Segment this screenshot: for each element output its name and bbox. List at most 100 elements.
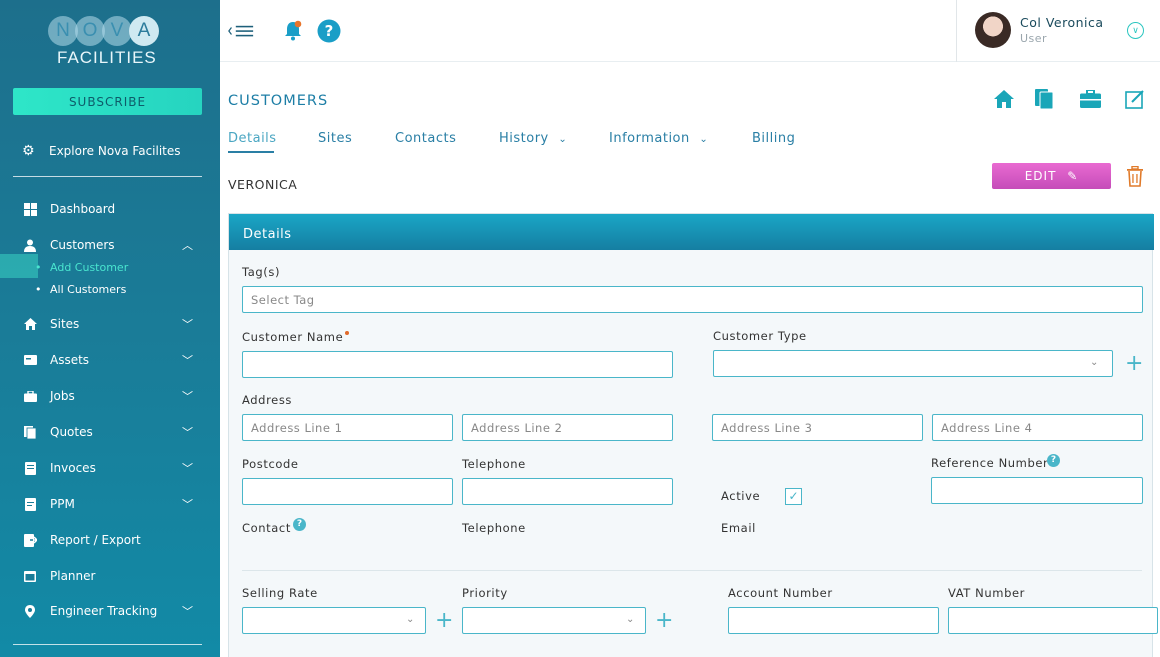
chevron-down-icon[interactable]: ∨	[1127, 22, 1144, 39]
tab-history[interactable]: History ⌄	[499, 131, 567, 146]
active-tab-indicator	[228, 151, 274, 153]
address-line3-input[interactable]	[712, 414, 923, 441]
tags-input[interactable]	[242, 286, 1143, 313]
address-line1-input[interactable]	[242, 414, 453, 441]
sidebar: N O V A FACILITIES SUBSCRIBE ⚙ Explore N…	[0, 0, 220, 657]
edit-label: EDIT	[1024, 169, 1057, 183]
edit-button[interactable]: EDIT ✎	[992, 163, 1111, 189]
customer-name-input[interactable]	[242, 351, 673, 378]
priority-label: Priority	[462, 586, 508, 600]
explore-icon: ⚙	[22, 143, 35, 159]
logo-letter: A	[129, 16, 159, 46]
logo-letter: V	[102, 16, 132, 46]
delete-icon[interactable]	[1126, 165, 1146, 188]
home-icon[interactable]	[993, 88, 1015, 110]
add-customer-type-icon[interactable]: +	[1125, 353, 1143, 375]
chevron-down-icon: ⌄	[1090, 357, 1099, 368]
telephone-input[interactable]	[462, 478, 673, 505]
sidebar-item-label: Sites	[50, 317, 80, 331]
sidebar-item-label: PPM	[50, 497, 75, 511]
user-role: User	[1020, 32, 1048, 45]
sidebar-item-dashboard[interactable]: Dashboard	[0, 197, 220, 221]
priority-select[interactable]	[462, 607, 646, 634]
sidebar-item-quotes[interactable]: Quotes ﹀	[0, 420, 220, 444]
chevron-down-icon[interactable]: ﹀	[182, 603, 193, 619]
reference-number-input[interactable]	[931, 477, 1143, 504]
chevron-down-icon[interactable]: ﹀	[182, 352, 193, 368]
tab-label: History	[499, 131, 549, 146]
sidebar-item-label: Engineer Tracking	[50, 604, 158, 618]
sidebar-item-invoices[interactable]: Invoces ﹀	[0, 456, 220, 480]
chevron-down-icon: ⌄	[626, 614, 635, 625]
postcode-label: Postcode	[242, 457, 299, 471]
sidebar-item-report-export[interactable]: Report / Export	[0, 528, 220, 552]
sidebar-item-label: Planner	[50, 569, 96, 583]
vat-number-label: VAT Number	[948, 586, 1025, 600]
email-label: Email	[721, 521, 756, 535]
edit-square-icon[interactable]	[1124, 88, 1146, 110]
export-icon	[23, 533, 37, 547]
sidebar-item-planner[interactable]: Planner	[0, 564, 220, 588]
chevron-down-icon[interactable]: ﹀	[182, 496, 193, 512]
add-selling-rate-icon[interactable]: +	[435, 610, 453, 632]
sidebar-subitem-label: All Customers	[50, 282, 127, 296]
postcode-input[interactable]	[242, 478, 453, 505]
chevron-down-icon[interactable]: ﹀	[182, 316, 193, 332]
tab-information[interactable]: Information ⌄	[609, 131, 708, 146]
customer-type-select[interactable]	[713, 350, 1113, 377]
add-priority-icon[interactable]: +	[655, 610, 673, 632]
quotes-icon	[23, 425, 37, 439]
chevron-down-icon[interactable]: ﹀	[182, 424, 193, 440]
logo-letter: N	[48, 16, 78, 46]
help-icon[interactable]: ?	[1047, 454, 1060, 467]
required-indicator	[345, 331, 350, 335]
user-name: Col Veronica	[1020, 15, 1104, 30]
sidebar-subitem-add-customer[interactable]: • Add Customer	[0, 254, 220, 278]
nova-logo[interactable]: N O V A FACILITIES	[48, 16, 168, 72]
sidebar-item-assets[interactable]: Assets ﹀	[0, 348, 220, 372]
sidebar-item-jobs[interactable]: Jobs ﹀	[0, 384, 220, 408]
avatar	[975, 12, 1011, 48]
address-label: Address	[242, 393, 292, 407]
calendar-icon	[23, 569, 37, 583]
notification-bell-icon[interactable]	[280, 18, 306, 44]
customer-name-label: Customer Name	[242, 330, 350, 344]
help-icon[interactable]: ?	[316, 18, 342, 44]
tab-billing[interactable]: Billing	[752, 131, 795, 146]
sidebar-item-sites[interactable]: Sites ﹀	[0, 312, 220, 336]
selling-rate-label: Selling Rate	[242, 586, 318, 600]
chevron-down-icon[interactable]: ﹀	[182, 460, 193, 476]
contact-telephone-label: Telephone	[462, 521, 526, 535]
user-menu[interactable]: Col Veronica User ∨	[956, 0, 1160, 62]
tab-details[interactable]: Details	[228, 131, 277, 146]
explore-link[interactable]: ⚙ Explore Nova Facilites	[22, 143, 181, 159]
sidebar-item-ppm[interactable]: PPM ﹀	[0, 492, 220, 516]
tab-sites[interactable]: Sites	[318, 131, 352, 146]
panel-title: Details	[229, 214, 1154, 250]
chevron-down-icon: ⌄	[699, 134, 709, 145]
location-pin-icon	[23, 604, 37, 618]
documents-icon[interactable]	[1033, 88, 1055, 110]
bullet-icon: •	[35, 282, 42, 296]
page-title: CUSTOMERS	[228, 93, 329, 109]
assets-icon	[23, 353, 37, 367]
tab-contacts[interactable]: Contacts	[395, 131, 456, 146]
address-line2-input[interactable]	[462, 414, 673, 441]
address-line4-input[interactable]	[932, 414, 1143, 441]
ppm-icon	[23, 497, 37, 511]
help-icon[interactable]: ?	[293, 518, 306, 531]
chevron-up-icon[interactable]: ︿	[182, 237, 193, 253]
vat-number-input[interactable]	[948, 607, 1158, 634]
sidebar-item-engineer-tracking[interactable]: Engineer Tracking ﹀	[0, 599, 220, 623]
sidebar-item-label: Jobs	[50, 389, 75, 403]
sidebar-subitem-all-customers[interactable]: • All Customers	[0, 279, 220, 299]
customer-type-label: Customer Type	[713, 329, 807, 343]
active-checkbox[interactable]: ✓	[785, 488, 802, 505]
collapse-menu-icon[interactable]	[228, 18, 254, 44]
briefcase-icon[interactable]	[1079, 88, 1101, 110]
selling-rate-select[interactable]	[242, 607, 426, 634]
account-number-input[interactable]	[728, 607, 939, 634]
contact-label: Contact	[242, 521, 291, 535]
subscribe-button[interactable]: SUBSCRIBE	[13, 88, 202, 115]
chevron-down-icon[interactable]: ﹀	[182, 388, 193, 404]
